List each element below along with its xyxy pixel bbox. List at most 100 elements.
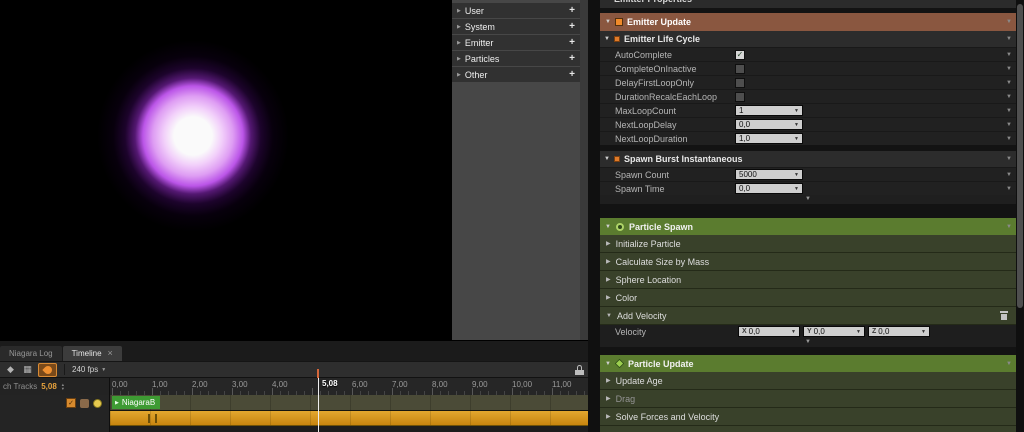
- delayfirstlooponly-checkbox[interactable]: [735, 77, 745, 88]
- chevron-right-icon[interactable]: ▶: [457, 8, 461, 14]
- chevron-right-icon[interactable]: ▶: [606, 413, 611, 420]
- chevron-down-icon[interactable]: ▼: [1006, 136, 1012, 142]
- chevron-right-icon[interactable]: ▶: [606, 258, 611, 265]
- chevron-down-icon[interactable]: ▼: [605, 361, 611, 367]
- module-row-calculate-size[interactable]: ▶ Calculate Size by Mass: [600, 253, 1016, 271]
- spin-down-icon[interactable]: ▼: [61, 386, 65, 391]
- emitter-track-row[interactable]: ▶ NiagaraB: [110, 395, 588, 411]
- emitter-track-chip[interactable]: ▶ NiagaraB: [112, 396, 161, 409]
- tab-timeline[interactable]: Timeline ×: [62, 346, 122, 361]
- emitter-lifetime-bar[interactable]: [110, 411, 588, 426]
- search-tracks-input[interactable]: ch Tracks: [3, 382, 37, 391]
- expand-section-button[interactable]: ▼: [600, 338, 1016, 347]
- playhead-marker[interactable]: [317, 369, 319, 378]
- chevron-down-icon[interactable]: ▼: [921, 329, 926, 335]
- add-parameter-button[interactable]: +: [569, 53, 575, 64]
- visibility-icon[interactable]: [93, 398, 102, 408]
- curves-icon[interactable]: ▦: [21, 363, 34, 376]
- durationrecalc-checkbox[interactable]: [735, 91, 745, 102]
- chevron-down-icon[interactable]: ▼: [1006, 361, 1012, 367]
- stack-scrollbar[interactable]: [1016, 0, 1024, 432]
- fps-dropdown[interactable]: 240 fps ▼: [72, 365, 106, 374]
- velocity-x-field[interactable]: X 0,0 ▼: [738, 326, 800, 337]
- chevron-down-icon[interactable]: ▼: [1006, 122, 1012, 128]
- chevron-right-icon[interactable]: ▶: [606, 377, 611, 384]
- chevron-right-icon[interactable]: ▶: [606, 395, 611, 402]
- chevron-down-icon[interactable]: ▼: [1006, 94, 1012, 100]
- chevron-down-icon[interactable]: ▼: [794, 136, 799, 142]
- chevron-down-icon[interactable]: ▼: [605, 19, 611, 25]
- chevron-down-icon[interactable]: ▼: [605, 224, 611, 230]
- keyframe-icon[interactable]: ◆: [4, 363, 17, 376]
- chevron-right-icon[interactable]: ▶: [606, 240, 611, 247]
- scrollbar-thumb[interactable]: [1017, 4, 1023, 308]
- time-spinner[interactable]: ▲ ▼: [61, 382, 65, 391]
- chevron-down-icon[interactable]: ▼: [794, 172, 799, 178]
- add-parameter-button[interactable]: +: [569, 21, 575, 32]
- module-row-update-age[interactable]: ▶ Update Age: [600, 372, 1016, 390]
- nextloopdelay-field[interactable]: 0,0 ▼: [735, 119, 803, 130]
- close-icon[interactable]: ×: [108, 349, 113, 358]
- expand-section-button[interactable]: ▼: [600, 195, 1016, 204]
- chevron-right-icon[interactable]: ▶: [457, 72, 461, 78]
- chevron-down-icon[interactable]: ▼: [604, 36, 610, 42]
- chevron-down-icon[interactable]: ▼: [1006, 36, 1012, 42]
- param-section-user[interactable]: ▶ User +: [452, 3, 580, 18]
- playhead-line[interactable]: [318, 378, 319, 432]
- chevron-down-icon[interactable]: ▼: [856, 329, 861, 335]
- add-parameter-button[interactable]: +: [569, 5, 575, 16]
- track-area[interactable]: ▶ NiagaraB: [110, 395, 588, 432]
- chevron-down-icon[interactable]: ▼: [794, 186, 799, 192]
- emitter-update-group-header[interactable]: ▼ Emitter Update ▼: [600, 13, 1016, 31]
- preview-viewport[interactable]: [0, 0, 452, 341]
- emitter-properties-header[interactable]: ▼ Emitter Properties: [600, 0, 1016, 8]
- maxloopcount-field[interactable]: 1 ▼: [735, 105, 803, 116]
- spawn-burst-header[interactable]: ▼ Spawn Burst Instantaneous ▼: [600, 151, 1016, 167]
- velocity-z-field[interactable]: Z 0,0 ▼: [868, 326, 930, 337]
- chevron-right-icon[interactable]: ▶: [606, 294, 611, 301]
- completeoninactive-checkbox[interactable]: [735, 63, 745, 74]
- chevron-down-icon[interactable]: ▼: [1006, 52, 1012, 58]
- chevron-down-icon[interactable]: ▼: [1006, 156, 1012, 162]
- chevron-down-icon[interactable]: ▼: [794, 108, 799, 114]
- chevron-down-icon[interactable]: ▼: [1006, 224, 1012, 230]
- module-row-add-velocity[interactable]: ▼ Add Velocity: [600, 307, 1016, 325]
- add-parameter-button[interactable]: +: [569, 69, 575, 80]
- chevron-down-icon[interactable]: ▼: [1006, 108, 1012, 114]
- burst-key[interactable]: [148, 414, 150, 423]
- module-row-sphere-location[interactable]: ▶ Sphere Location: [600, 271, 1016, 289]
- spawn-time-field[interactable]: 0,0 ▼: [735, 183, 803, 194]
- param-section-particles[interactable]: ▶ Particles +: [452, 51, 580, 66]
- chevron-down-icon[interactable]: ▼: [606, 313, 612, 319]
- emitter-enabled-checkbox[interactable]: ✓: [66, 398, 76, 408]
- burst-key[interactable]: [155, 414, 157, 423]
- tab-niagara-log[interactable]: Niagara Log: [0, 346, 62, 361]
- lock-icon[interactable]: [575, 364, 584, 375]
- add-parameter-button[interactable]: +: [569, 37, 575, 48]
- chevron-right-icon[interactable]: ▶: [606, 276, 611, 283]
- module-row-drag[interactable]: ▶ Drag: [600, 390, 1016, 408]
- spawn-count-field[interactable]: 5000 ▼: [735, 169, 803, 180]
- chevron-down-icon[interactable]: ▼: [1006, 186, 1012, 192]
- chevron-right-icon[interactable]: ▶: [457, 40, 461, 46]
- parameters-scrollbar[interactable]: [580, 0, 588, 346]
- module-row-initialize-particle[interactable]: ▶ Initialize Particle: [600, 235, 1016, 253]
- module-row-clipped[interactable]: [600, 426, 1016, 432]
- chevron-down-icon[interactable]: ▼: [794, 122, 799, 128]
- chevron-down-icon[interactable]: ▼: [1006, 80, 1012, 86]
- timeline-ruler[interactable]: 0,00 1,00 2,00 3,00 4,00 6,00 7,00 8,00 …: [110, 378, 588, 395]
- chevron-down-icon[interactable]: ▼: [1006, 172, 1012, 178]
- particle-update-group-header[interactable]: ▼ Particle Update ▼: [600, 355, 1016, 372]
- chevron-down-icon[interactable]: ▼: [604, 156, 610, 162]
- nextloopduration-field[interactable]: 1,0 ▼: [735, 133, 803, 144]
- chevron-down-icon[interactable]: ▼: [791, 329, 796, 335]
- param-section-system[interactable]: ▶ System +: [452, 19, 580, 34]
- emitter-life-cycle-header[interactable]: ▼ Emitter Life Cycle ▼: [600, 31, 1016, 47]
- param-section-emitter[interactable]: ▶ Emitter +: [452, 35, 580, 50]
- niagara-logo-button[interactable]: [38, 362, 57, 377]
- chevron-right-icon[interactable]: ▶: [115, 400, 119, 406]
- velocity-y-field[interactable]: Y 0,0 ▼: [803, 326, 865, 337]
- current-time-field[interactable]: 5,08: [41, 382, 57, 391]
- chevron-right-icon[interactable]: ▶: [457, 56, 461, 62]
- chevron-right-icon[interactable]: ▶: [457, 24, 461, 30]
